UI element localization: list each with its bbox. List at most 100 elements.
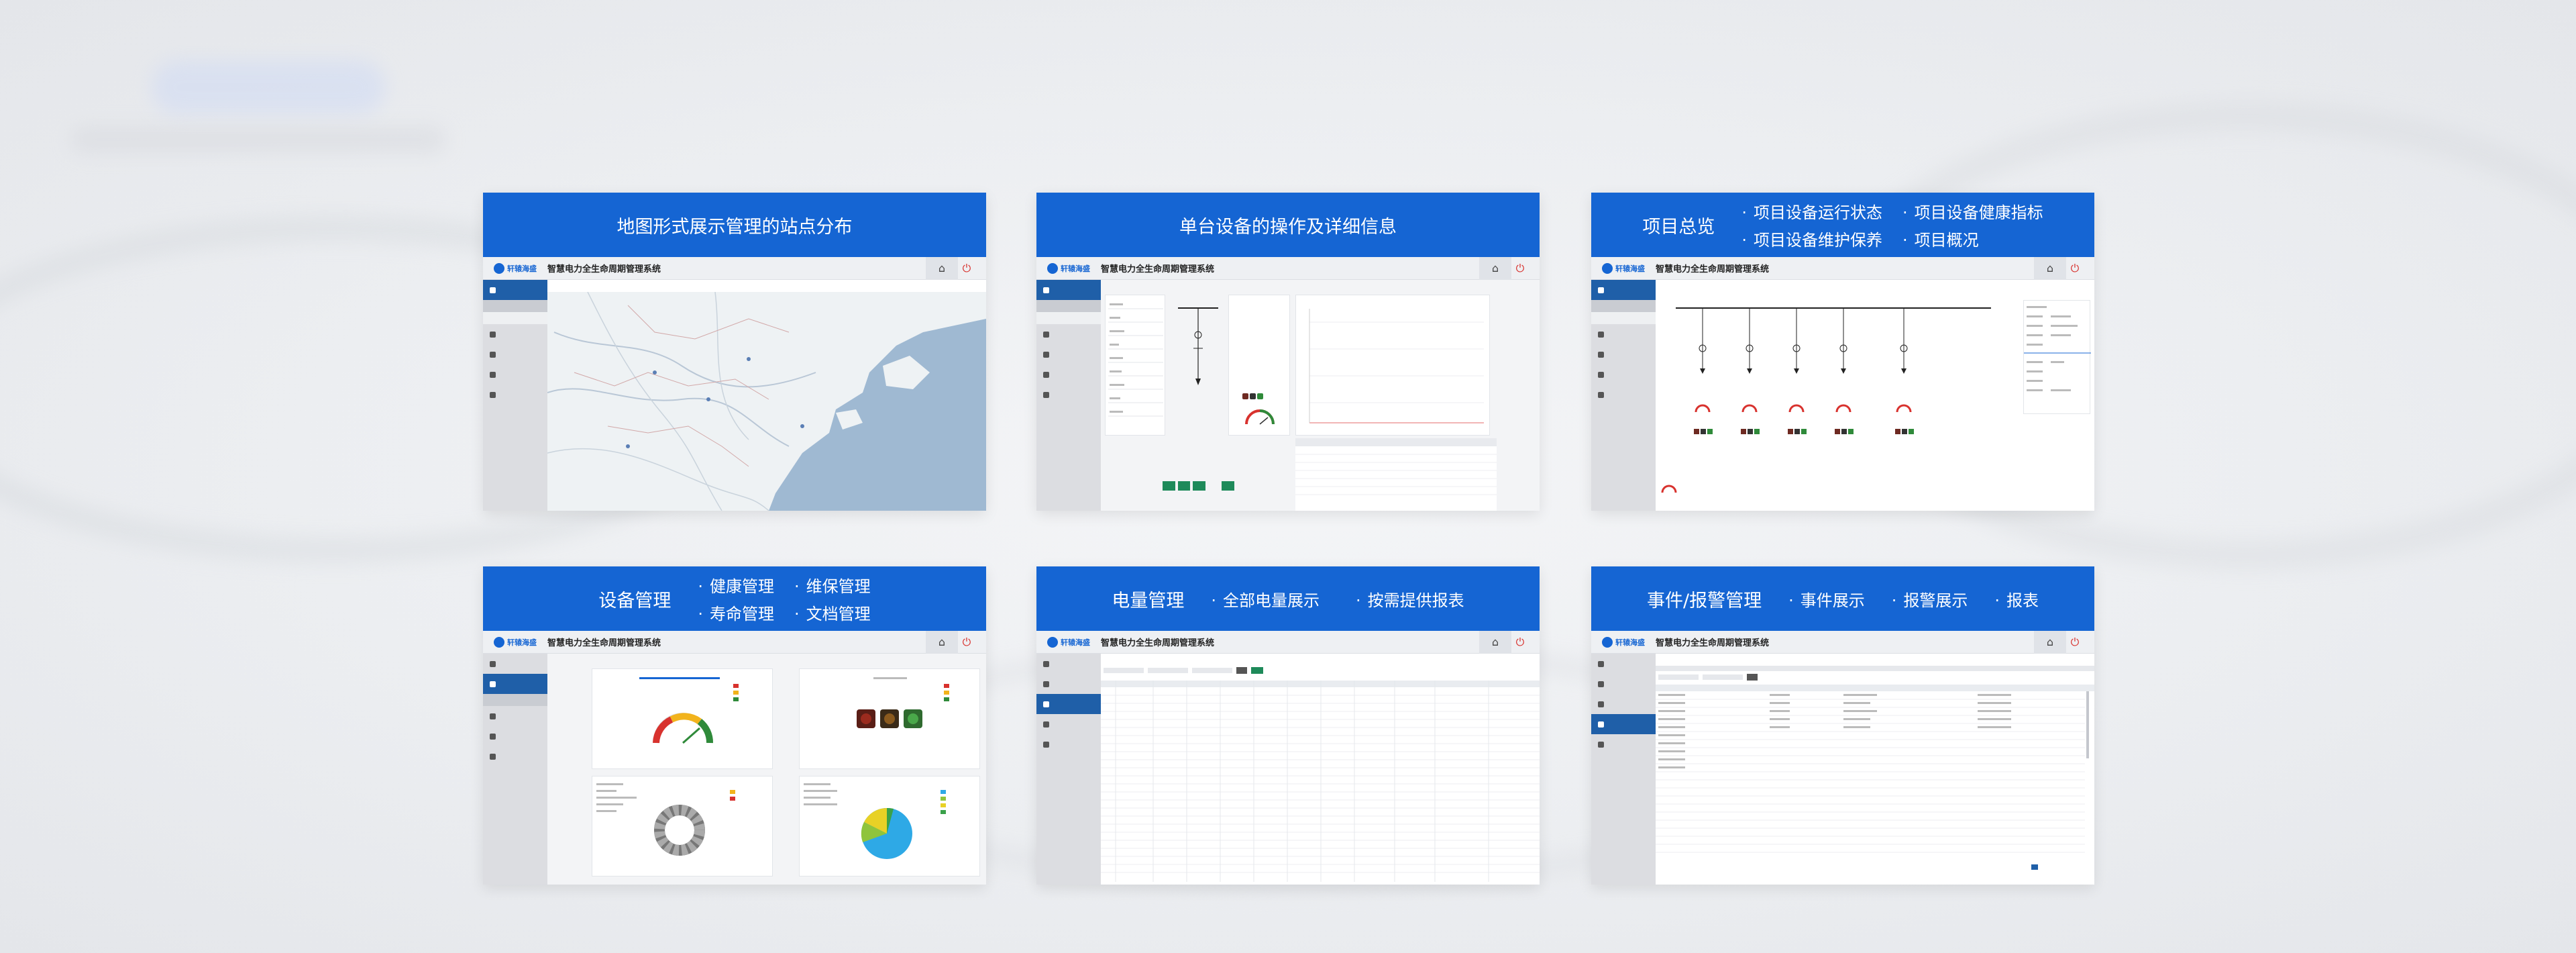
sidebar-item-overview[interactable] <box>1036 280 1101 300</box>
export-button[interactable] <box>1251 667 1263 674</box>
main-content <box>1101 280 1540 511</box>
sidebar-item-energy[interactable] <box>483 344 547 364</box>
power-icon[interactable]: ⏻ <box>2066 631 2084 654</box>
sidebar-item-search[interactable] <box>1591 385 1656 405</box>
sidebar-subitem[interactable] <box>1591 312 1656 324</box>
sidebar-item-energy[interactable] <box>1036 694 1101 714</box>
home-icon[interactable]: ⌂ <box>2034 256 2066 280</box>
main-content <box>547 280 986 511</box>
sidebar-item-search[interactable] <box>1591 734 1656 754</box>
power-icon[interactable]: ⏻ <box>2066 257 2084 280</box>
sidebar-subitem[interactable] <box>1036 312 1101 324</box>
maintenance-pie <box>804 783 946 859</box>
logo-icon <box>1602 262 1613 274</box>
power-icon[interactable]: ⏻ <box>1511 631 1529 654</box>
sidebar-item-energy[interactable] <box>1591 344 1656 364</box>
health-gauge <box>1245 409 1275 425</box>
grid-icon <box>1598 660 1604 667</box>
sidebar-item-search[interactable] <box>483 385 547 405</box>
sidebar-item-overview[interactable] <box>1036 654 1101 674</box>
operate-button[interactable] <box>1163 481 1175 491</box>
logo-icon <box>1047 636 1058 648</box>
sidebar-subitem[interactable] <box>483 694 547 706</box>
map-canvas[interactable] <box>547 292 986 511</box>
date-input[interactable] <box>1703 674 1743 680</box>
feature-item: 报表 <box>1994 587 2039 611</box>
feature-card-device-management: 设备管理 健康管理 维保管理 寿命管理 文档管理 轩辕海盛 智慧电力全生命周期管… <box>483 566 986 885</box>
card-title: 单台设备的操作及详细信息 <box>1179 216 1397 238</box>
sidebar-item-search[interactable] <box>1036 734 1101 754</box>
sidebar-item-overview[interactable] <box>483 654 547 674</box>
sidebar <box>1591 280 1656 511</box>
sidebar-subitem[interactable] <box>1036 300 1101 312</box>
power-icon[interactable]: ⏻ <box>958 257 975 280</box>
system-title: 智慧电力全生命周期管理系统 <box>1656 638 1770 648</box>
logo-icon <box>1602 636 1613 648</box>
operate-button[interactable] <box>1177 481 1191 491</box>
app-screenshot: 轩辕海盛 智慧电力全生命周期管理系统 ⌂ ⏻ <box>1036 256 1540 511</box>
sidebar-item-device[interactable] <box>1036 674 1101 694</box>
power-icon[interactable]: ⏻ <box>1511 257 1529 280</box>
sidebar-item-device[interactable] <box>1036 324 1101 344</box>
station-map[interactable] <box>547 292 986 511</box>
sidebar-subitem[interactable] <box>483 300 547 312</box>
card-title: 地图形式展示管理的站点分布 <box>616 216 853 238</box>
feature-list: 健康管理 维保管理 寿命管理 文档管理 <box>698 573 871 624</box>
circuit-diagram <box>1178 307 1218 385</box>
operate-button[interactable] <box>1193 481 1206 491</box>
event-tabs[interactable] <box>1656 666 2094 671</box>
sidebar-item-device[interactable] <box>1591 324 1656 344</box>
date-input[interactable] <box>1192 668 1232 673</box>
sidebar-item-device[interactable] <box>1591 674 1656 694</box>
bell-icon <box>1598 721 1604 728</box>
sidebar-item-search[interactable] <box>1036 385 1101 405</box>
feature-card-map: 地图形式展示管理的站点分布 轩辕海盛 智慧电力全生命周期管理系统 ⌂ ⏻ <box>483 193 986 511</box>
logo-text: 轩辕海盛 <box>507 264 537 273</box>
sidebar-item-energy[interactable] <box>1591 694 1656 714</box>
sidebar-item-energy[interactable] <box>1036 344 1101 364</box>
home-icon[interactable]: ⌂ <box>1479 256 1511 280</box>
operate-button[interactable] <box>1222 481 1234 491</box>
sidebar-item-device[interactable] <box>483 674 547 694</box>
sidebar-item-events[interactable] <box>483 726 547 746</box>
trend-chart <box>1309 309 1484 423</box>
search-button[interactable] <box>1236 667 1247 674</box>
battery-icon <box>1598 701 1604 707</box>
home-icon[interactable]: ⌂ <box>2034 630 2066 654</box>
app-screenshot: 轩辕海盛 智慧电力全生命周期管理系统 ⌂ ⏻ <box>483 256 986 511</box>
date-input[interactable] <box>1104 668 1144 673</box>
home-icon[interactable]: ⌂ <box>926 256 958 280</box>
sidebar-item-energy[interactable] <box>483 706 547 726</box>
filter-bar <box>1104 667 1263 674</box>
maintenance-panel <box>799 776 980 876</box>
app-screenshot: 轩辕海盛 智慧电力全生命周期管理系统 ⌂ ⏻ <box>1036 630 1540 885</box>
feature-card-event-alarm: 事件/报警管理 事件展示 报警展示 报表 轩辕海盛 智慧电力全生命周期管理系统 … <box>1591 566 2094 885</box>
sidebar-item-overview[interactable] <box>483 280 547 300</box>
feature-item: 按需提供报表 <box>1356 587 1464 611</box>
sidebar-subitem[interactable] <box>1591 300 1656 312</box>
bell-icon <box>1043 721 1049 728</box>
lifespan-ring <box>596 783 735 856</box>
sidebar-item-events[interactable] <box>1591 714 1656 734</box>
search-button[interactable] <box>1747 674 1758 681</box>
home-icon[interactable]: ⌂ <box>1479 630 1511 654</box>
sidebar-item-device[interactable] <box>483 324 547 344</box>
battery-icon <box>490 351 496 358</box>
sidebar-item-events[interactable] <box>1036 364 1101 385</box>
feature-item: 项目概况 <box>1902 227 2043 250</box>
project-info-panel <box>2023 300 2091 414</box>
sidebar-item-events[interactable] <box>483 364 547 385</box>
sidebar-item-events[interactable] <box>1591 364 1656 385</box>
feature-list: 项目设备运行状态 项目设备健康指标 项目设备维护保养 项目概况 <box>1741 199 2043 250</box>
sidebar-item-search[interactable] <box>483 746 547 766</box>
project-single-line-diagram <box>1661 307 1991 493</box>
home-icon[interactable]: ⌂ <box>926 630 958 654</box>
sidebar-subitem[interactable] <box>483 312 547 324</box>
power-icon[interactable]: ⏻ <box>958 631 975 654</box>
sidebar-item-overview[interactable] <box>1591 654 1656 674</box>
sidebar-item-events[interactable] <box>1036 714 1101 734</box>
sidebar-item-overview[interactable] <box>1591 280 1656 300</box>
date-input[interactable] <box>1148 668 1188 673</box>
date-input[interactable] <box>1658 674 1699 680</box>
app-screenshot: 轩辕海盛 智慧电力全生命周期管理系统 ⌂ ⏻ <box>1591 630 2094 885</box>
